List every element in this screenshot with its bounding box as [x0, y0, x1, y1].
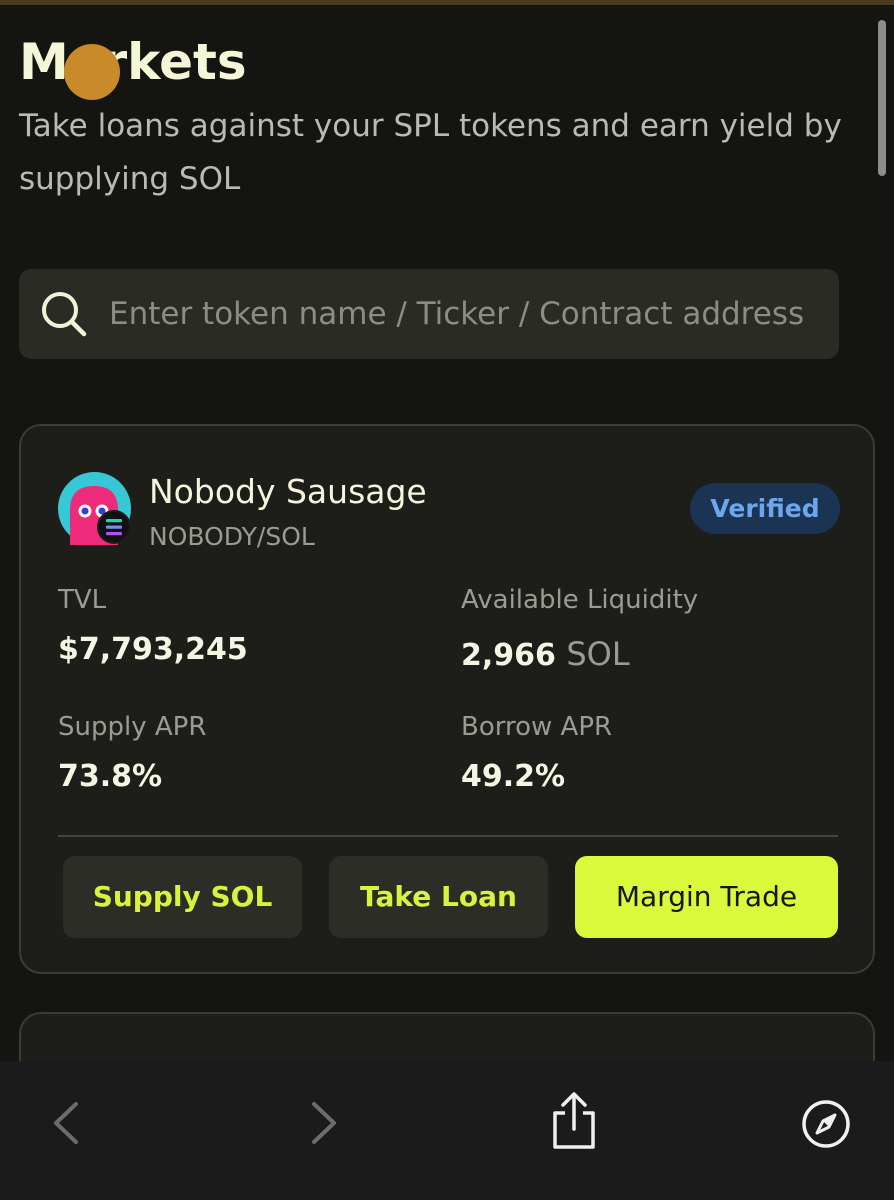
tvl-label: TVL — [58, 585, 107, 615]
take-loan-button[interactable]: Take Loan — [329, 856, 548, 938]
page-subtitle: Take loans against your SPL tokens and e… — [19, 108, 842, 197]
supply-sol-button[interactable]: Supply SOL — [63, 856, 302, 938]
token-pair: NOBODY/SOL — [149, 522, 315, 551]
margin-trade-button[interactable]: Margin Trade — [575, 856, 838, 938]
card-divider — [58, 835, 838, 837]
verified-badge: Verified — [690, 483, 840, 534]
market-card: Nobody Sausage NOBODY/SOL Verified TVL $… — [19, 424, 875, 974]
borrow-apr-label: Borrow APR — [461, 712, 613, 742]
search-input[interactable] — [109, 269, 834, 359]
liquidity-unit: SOL — [566, 635, 630, 673]
token-avatar — [58, 472, 131, 545]
top-border — [0, 0, 894, 5]
browser-toolbar — [0, 1061, 894, 1200]
borrow-apr-value: 49.2% — [461, 759, 566, 794]
liquidity-amount: 2,966 — [461, 638, 556, 673]
liquidity-value: 2,966 SOL — [461, 634, 630, 676]
supply-apr-label: Supply APR — [58, 712, 207, 742]
compass-icon[interactable] — [800, 1098, 852, 1150]
page-title: Markets — [19, 33, 247, 91]
token-name: Nobody Sausage — [149, 472, 427, 511]
supply-apr-value: 73.8% — [58, 759, 163, 794]
search-icon — [42, 292, 87, 337]
liquidity-label: Available Liquidity — [461, 585, 699, 615]
token-avatar-next — [64, 44, 120, 100]
back-icon[interactable] — [50, 1101, 82, 1145]
forward-icon[interactable] — [308, 1101, 340, 1145]
tvl-value: $7,793,245 — [58, 632, 248, 667]
markets-page: Markets Take loans against your SPL toke… — [0, 0, 894, 1200]
search-bar[interactable] — [19, 269, 839, 359]
share-icon[interactable] — [548, 1091, 600, 1151]
